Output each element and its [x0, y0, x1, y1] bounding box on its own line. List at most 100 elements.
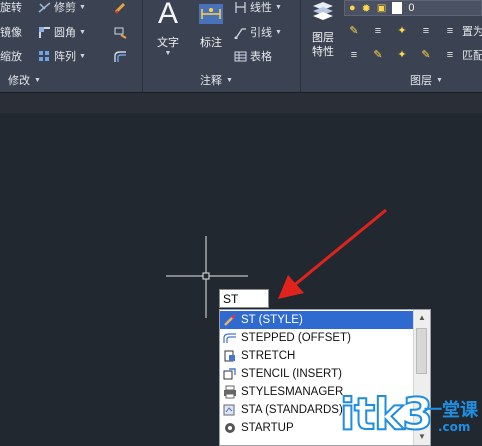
list-item-label: STEPPED (OFFSET)	[241, 332, 351, 344]
style-brush-icon	[224, 314, 236, 326]
fillet-button[interactable]: 圆角 ▼	[38, 23, 86, 41]
sun-icon: ✹	[361, 2, 371, 15]
list-item-label: STYLESMANAGER	[241, 386, 344, 398]
layer-tool-icon[interactable]: ≡	[370, 24, 386, 38]
leader-label: 引线	[250, 27, 272, 39]
panel-divider	[142, 0, 143, 92]
ribbon-label-fillet: 圆角	[54, 27, 76, 39]
chevron-down-icon: ▼	[275, 28, 282, 36]
list-item[interactable]: ST (STYLE)	[220, 311, 414, 329]
list-item[interactable]: STENCIL (INSERT)	[220, 365, 414, 383]
watermark-latin: itk3	[339, 389, 434, 441]
panel-label-modify[interactable]: 修改 ▼	[8, 72, 41, 88]
text-a-icon: A	[157, 0, 178, 30]
list-item-label: ST (STYLE)	[241, 314, 303, 326]
offset-icon	[114, 50, 126, 62]
chevron-down-icon: ▼	[79, 28, 86, 36]
chevron-down-icon: ▼	[79, 52, 86, 60]
panel-divider	[300, 0, 301, 92]
set-current-button[interactable]: 置为	[462, 22, 482, 40]
ribbon-label-rotate: 旋转	[0, 2, 22, 14]
scroll-up-icon[interactable]: ▲	[417, 313, 427, 323]
command-input[interactable]: ST	[219, 289, 269, 308]
layer-color-swatch	[392, 2, 403, 14]
list-item-label: STENCIL (INSERT)	[241, 368, 342, 380]
dimension-button[interactable]: 标注	[194, 0, 228, 58]
layer-tool-icon[interactable]: ✎	[370, 48, 386, 62]
panel-title-modify: 修改	[8, 75, 30, 87]
table-button[interactable]: 表格	[234, 47, 272, 65]
ribbon-label-mirror: 镜像	[0, 27, 22, 39]
insert-icon	[223, 368, 236, 380]
explode-icon	[114, 27, 127, 39]
watermark-dotcom: .com	[438, 420, 471, 434]
layer-tool-icon[interactable]: ≡	[442, 24, 458, 38]
leader-icon	[234, 27, 246, 39]
layer-properties-button[interactable]: 图层 特性	[304, 0, 342, 64]
text-label: 文字	[157, 37, 179, 49]
set-current-label: 置为	[462, 26, 482, 38]
leader-button[interactable]: 引线 ▼	[234, 23, 282, 41]
lightbulb-icon: ●	[349, 2, 356, 14]
linear-dim-icon	[235, 1, 246, 13]
layer-properties-label-1: 图层	[312, 32, 334, 44]
chevron-down-icon: ▼	[164, 50, 172, 57]
printer-icon	[224, 385, 236, 399]
watermark-cjk: 一堂课	[424, 400, 478, 421]
panel-title-annotation: 注释	[200, 75, 222, 87]
panel-label-annotation[interactable]: 注释 ▼	[200, 72, 233, 88]
chevron-down-icon: ▼	[34, 76, 41, 84]
linear-label: 线性	[250, 2, 272, 14]
watermark-logo: itk3 一堂课 .com	[339, 389, 482, 446]
layer-dropdown[interactable]: ● ✹ ▣ 0	[344, 0, 482, 16]
ribbon-label-array: 阵列	[54, 51, 76, 63]
list-item-label: STRETCH	[241, 350, 296, 362]
scale-button[interactable]: 缩放	[0, 47, 22, 65]
list-item-label: STARTUP	[241, 422, 294, 434]
layer-tool-icon[interactable]: ✦	[394, 48, 410, 62]
layer-tool-icon[interactable]: ≡	[346, 48, 362, 62]
trim-button[interactable]: 修剪 ▼	[38, 0, 86, 16]
array-icon	[39, 50, 49, 61]
layer-tool-icon[interactable]: ✦	[394, 24, 410, 38]
edit-pen-button[interactable]	[114, 0, 127, 16]
layer-tool-icon[interactable]: ≡	[442, 48, 458, 62]
lock-icon: ▣	[376, 2, 387, 14]
scroll-thumb[interactable]	[416, 328, 427, 374]
offset-icon	[223, 333, 236, 343]
list-item-label: STA (STANDARDS)	[241, 404, 343, 416]
layer-tool-icon[interactable]: ✎	[418, 48, 434, 62]
layer-properties-label-2: 特性	[312, 46, 334, 58]
layer-tool-icon[interactable]: ≡	[418, 24, 434, 38]
linear-button[interactable]: 线性 ▼	[234, 0, 282, 16]
ribbon: 旋转 修剪 ▼ 镜像 圆角 ▼ 缩放 阵列 ▼ 修改 ▼ A 文字 ▼ 标注 线…	[0, 0, 482, 93]
list-item[interactable]: STRETCH	[220, 347, 414, 365]
pencil-icon	[114, 2, 126, 14]
list-item[interactable]: STEPPED (OFFSET)	[220, 329, 414, 347]
table-label: 表格	[250, 51, 272, 63]
table-icon	[234, 51, 247, 61]
rotate-button[interactable]: 旋转	[0, 0, 22, 16]
explode-button[interactable]	[114, 23, 127, 41]
chevron-down-icon: ▼	[226, 76, 233, 84]
trim-icon	[38, 1, 51, 13]
dimension-label: 标注	[200, 37, 222, 49]
stretch-icon	[224, 350, 235, 362]
fillet-icon	[39, 26, 50, 38]
chevron-down-icon: ▼	[436, 76, 443, 84]
match-label: 匹配	[462, 50, 482, 62]
dimension-icon	[199, 4, 223, 24]
ribbon-label-scale: 缩放	[0, 51, 22, 63]
mirror-button[interactable]: 镜像	[0, 23, 22, 41]
panel-label-layers[interactable]: 图层 ▼	[410, 72, 443, 88]
match-layer-button[interactable]: 匹配	[462, 46, 482, 64]
array-button[interactable]: 阵列 ▼	[38, 47, 86, 65]
layer-current-value: 0	[408, 2, 415, 14]
offset-button[interactable]	[114, 47, 127, 65]
layer-tool-icon[interactable]: ✎	[346, 24, 362, 38]
chevron-down-icon: ▼	[79, 3, 86, 11]
text-button[interactable]: A 文字 ▼	[150, 0, 186, 58]
standards-icon	[223, 404, 235, 416]
red-arrow-annotation	[278, 208, 387, 299]
ribbon-label-trim: 修剪	[54, 2, 76, 14]
